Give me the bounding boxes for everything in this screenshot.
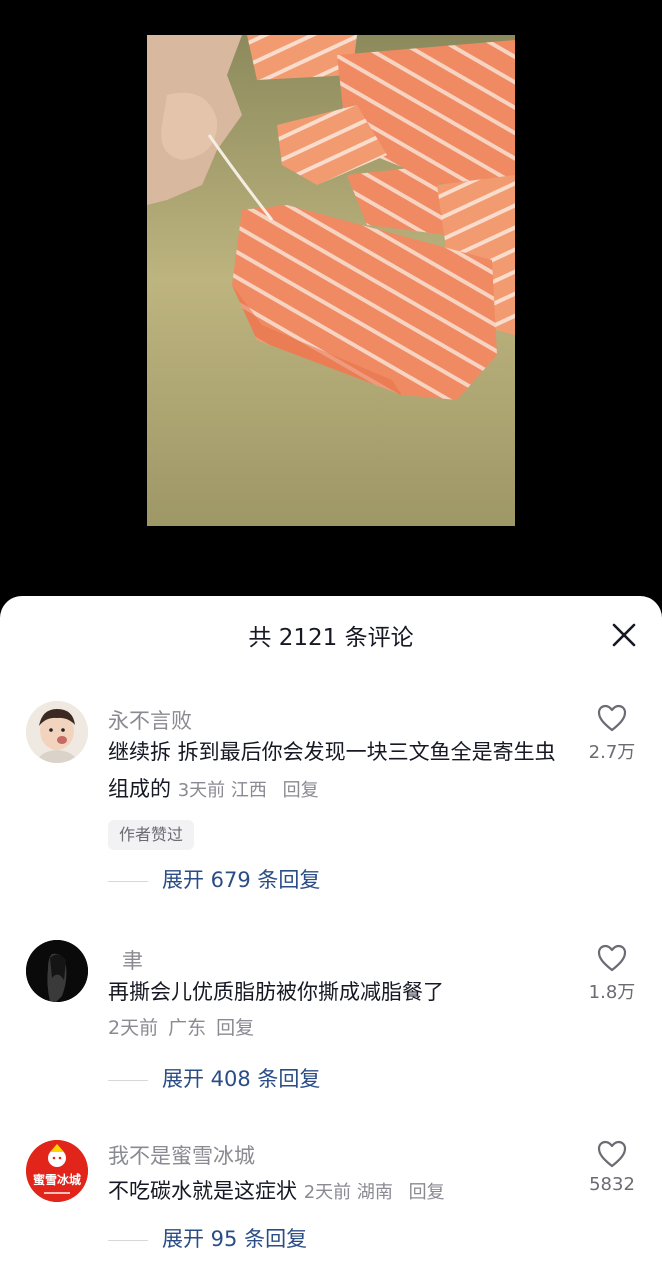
comment-location: 湖南 bbox=[356, 1182, 393, 1203]
salmon-video-image bbox=[147, 35, 515, 526]
comment-meta: 2天前 广东 回复 bbox=[108, 1013, 254, 1040]
like-count: 2.7万 bbox=[588, 742, 636, 763]
comment-time: 2天前 bbox=[303, 1182, 352, 1203]
comment-meta: 3天前 江西 回复 bbox=[178, 780, 319, 801]
like-count: 1.8万 bbox=[588, 982, 636, 1003]
heart-icon bbox=[597, 704, 627, 732]
comment-text: 不吃碳水就是这症状 2天前 湖南 回复 bbox=[108, 1173, 568, 1211]
like-button[interactable]: 5832 bbox=[582, 1140, 642, 1195]
comment-item: 蜜雪冰城 我不是蜜雪冰城 不吃碳水就是这症状 2天前 湖南 回复 展开 95 条… bbox=[0, 1140, 662, 1280]
comment-body: 继续拆 拆到最后你会发现一块三文鱼全是寄生虫组成的 bbox=[108, 740, 556, 801]
comment-body: 不吃碳水就是这症状 bbox=[108, 1179, 297, 1203]
like-button[interactable]: 1.8万 bbox=[582, 944, 642, 1004]
like-count: 5832 bbox=[589, 1174, 635, 1195]
comment-item: 聿 再撕会儿优质脂肪被你撕成减脂餐了 2天前 广东 回复 展开 408 条回复 1.… bbox=[0, 940, 662, 1100]
comment-text: 继续拆 拆到最后你会发现一块三文鱼全是寄生虫组成的 3天前 江西 回复 bbox=[108, 734, 568, 809]
comment-time: 2天前 bbox=[108, 1017, 159, 1039]
avatar[interactable] bbox=[26, 701, 88, 763]
close-icon[interactable] bbox=[612, 623, 636, 647]
reply-button[interactable]: 回复 bbox=[283, 780, 319, 801]
heart-icon bbox=[597, 1140, 627, 1168]
comment-time: 3天前 bbox=[177, 780, 226, 801]
expand-replies-label: 展开 408 条回复 bbox=[162, 1067, 321, 1091]
comment-location: 广东 bbox=[168, 1017, 207, 1039]
comments-count-title: 共 2121 条评论 bbox=[248, 625, 414, 651]
expand-replies-button[interactable]: 展开 679 条回复 bbox=[108, 864, 320, 894]
divider bbox=[108, 1079, 148, 1081]
expand-replies-button[interactable]: 展开 408 条回复 bbox=[108, 1063, 320, 1093]
reply-button[interactable]: 回复 bbox=[409, 1182, 445, 1203]
comment-username[interactable]: 聿 bbox=[122, 945, 143, 975]
expand-replies-label: 展开 95 条回复 bbox=[162, 1227, 308, 1251]
reply-button[interactable]: 回复 bbox=[216, 1017, 254, 1039]
author-liked-badge: 作者赞过 bbox=[108, 820, 195, 850]
comments-header: 共 2121 条评论 bbox=[0, 596, 662, 676]
divider bbox=[108, 1239, 148, 1241]
comment-location: 江西 bbox=[230, 780, 267, 801]
avatar[interactable] bbox=[26, 940, 88, 1002]
comment-meta: 2天前 湖南 回复 bbox=[304, 1182, 445, 1203]
comment-text: 再撕会儿优质脂肪被你撕成减脂餐了 bbox=[108, 980, 444, 1004]
video-frame-salmon bbox=[147, 35, 515, 526]
video-player[interactable] bbox=[0, 0, 662, 600]
comments-sheet: 共 2121 条评论 永不言败 继续拆 拆到最后你会发现一块三文鱼全是寄生虫组成… bbox=[0, 596, 662, 1280]
comment-username[interactable]: 永不言败 bbox=[108, 705, 192, 735]
avatar[interactable]: 蜜雪冰城 bbox=[26, 1140, 88, 1202]
expand-replies-button[interactable]: 展开 95 条回复 bbox=[108, 1223, 307, 1253]
avatar-brand-text: 蜜雪冰城 bbox=[32, 1173, 81, 1187]
comment-item: 永不言败 继续拆 拆到最后你会发现一块三文鱼全是寄生虫组成的 3天前 江西 回复… bbox=[0, 700, 662, 900]
divider bbox=[108, 880, 148, 882]
like-button[interactable]: 2.7万 bbox=[582, 704, 642, 764]
comment-username[interactable]: 我不是蜜雪冰城 bbox=[108, 1140, 255, 1170]
heart-icon bbox=[597, 944, 627, 972]
expand-replies-label: 展开 679 条回复 bbox=[162, 868, 321, 892]
